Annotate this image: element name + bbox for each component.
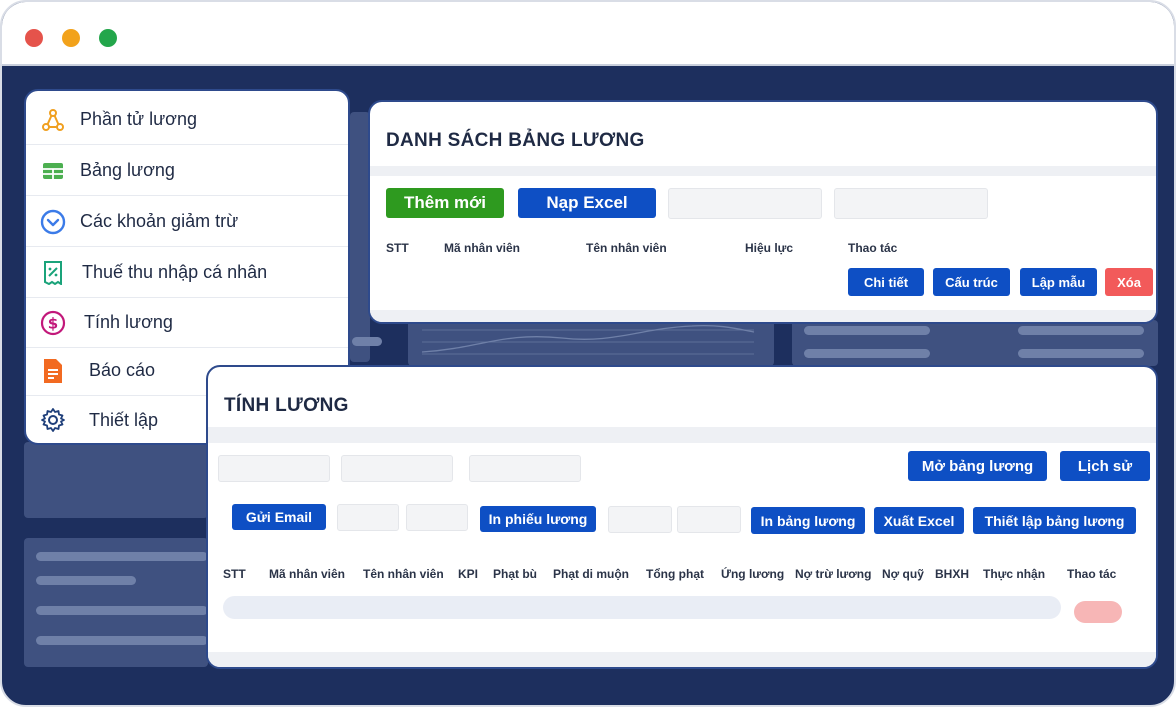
menu-item-label: Các khoản giảm trừ: [80, 211, 239, 231]
nodes-icon: [40, 107, 66, 133]
background-line: [804, 349, 930, 358]
background-line: [36, 606, 208, 615]
close-window-button[interactable]: [25, 29, 43, 47]
menu-item-label: Thuế thu nhập cá nhân: [82, 262, 268, 282]
import-excel-button[interactable]: Nạp Excel: [518, 188, 656, 218]
maximize-window-button[interactable]: [99, 29, 117, 47]
column-header: Mã nhân viên: [269, 567, 346, 581]
add-new-button[interactable]: Thêm mới: [386, 188, 504, 218]
detail-button[interactable]: Chi tiết: [848, 268, 924, 296]
dollar-circle-icon: $: [40, 310, 66, 336]
footer-band: [208, 652, 1156, 667]
table-icon: [40, 158, 66, 184]
export-excel-button[interactable]: Xuất Excel: [874, 507, 964, 534]
payroll-setup-button[interactable]: Thiết lập bảng lương: [973, 507, 1136, 534]
history-button[interactable]: Lịch sử: [1060, 451, 1150, 481]
column-header: KPI: [458, 567, 479, 581]
row-action-button[interactable]: [1074, 601, 1122, 623]
column-header: Hiệu lực: [745, 241, 794, 255]
column-header: Thao tác: [1067, 567, 1117, 581]
divider: [208, 427, 1156, 443]
table-row[interactable]: [223, 596, 1061, 619]
filter-field[interactable]: [668, 188, 822, 219]
column-header: STT: [386, 241, 409, 255]
background-line: [36, 636, 208, 645]
open-payroll-button[interactable]: Mở bảng lương: [908, 451, 1047, 481]
structure-button[interactable]: Cấu trúc: [933, 268, 1010, 296]
filter-field[interactable]: [608, 506, 672, 533]
app-window: Phần tử lương Bảng lương Các khoản giảm …: [0, 0, 1176, 707]
background-line: [1018, 326, 1144, 335]
background-panel: [350, 112, 370, 362]
column-header: BHXH: [935, 567, 970, 581]
menu-item-deductions[interactable]: Các khoản giảm trừ: [26, 197, 348, 247]
column-header: Phạt bù: [493, 567, 537, 581]
background-chart: [422, 324, 755, 355]
menu-item-label: Tính lương: [84, 312, 173, 332]
send-email-button[interactable]: Gửi Email: [232, 504, 326, 530]
background-line: [36, 576, 136, 585]
salary-calc-card: TÍNH LƯƠNG Mở bảng lương Lịch sử Gửi Ema…: [206, 365, 1158, 669]
background-line: [1018, 349, 1144, 358]
template-button[interactable]: Lập mẫu: [1020, 268, 1097, 296]
filter-field[interactable]: [469, 455, 581, 482]
column-header: Thực nhận: [983, 567, 1046, 581]
filter-field[interactable]: [677, 506, 741, 533]
column-header: Tổng phạt: [646, 567, 704, 581]
filter-field[interactable]: [218, 455, 330, 482]
column-header: STT: [223, 567, 246, 581]
background-panel: [24, 442, 208, 518]
menu-item-salary-calc[interactable]: $ Tính lương: [26, 298, 348, 348]
background-line: [804, 326, 930, 335]
filter-field[interactable]: [341, 455, 453, 482]
menu-item-payroll[interactable]: Bảng lương: [26, 146, 348, 196]
footer-band: [370, 310, 1156, 322]
menu-item-payroll-elements[interactable]: Phần tử lương: [26, 95, 348, 145]
chevron-circle-icon: [40, 209, 66, 235]
menu-item-label: Báo cáo: [89, 360, 156, 380]
filter-field[interactable]: [834, 188, 988, 219]
page-title: TÍNH LƯƠNG: [224, 395, 349, 416]
gear-icon: [40, 407, 66, 433]
background-line: [36, 552, 208, 561]
minimize-window-button[interactable]: [62, 29, 80, 47]
column-header: Nợ quỹ: [882, 567, 924, 581]
print-payslip-button[interactable]: In phiếu lương: [480, 506, 596, 532]
delete-button[interactable]: Xóa: [1105, 268, 1153, 296]
menu-item-label: Thiết lập: [89, 409, 159, 430]
column-header: Thao tác: [848, 241, 898, 255]
receipt-percent-icon: [40, 260, 66, 286]
column-header: Tên nhân viên: [363, 567, 444, 581]
filter-field[interactable]: [406, 504, 468, 531]
column-header: Nợ trừ lương: [795, 567, 872, 581]
print-payroll-button[interactable]: In bảng lương: [751, 507, 865, 534]
menu-item-income-tax[interactable]: Thuế thu nhập cá nhân: [26, 248, 348, 298]
payroll-list-card: DANH SÁCH BẢNG LƯƠNG Thêm mới Nạp Excel …: [368, 100, 1158, 324]
menu-item-label: Bảng lương: [80, 160, 175, 180]
divider: [370, 166, 1156, 176]
column-header: Phạt di muộn: [553, 567, 629, 581]
title-bar: [2, 2, 1174, 66]
svg-text:$: $: [48, 314, 58, 332]
background-line: [352, 337, 382, 346]
column-header: Ứng lương: [721, 567, 785, 581]
column-header: Mã nhân viên: [444, 241, 521, 255]
document-icon: [40, 358, 66, 384]
column-header: Tên nhân viên: [586, 241, 667, 255]
page-title: DANH SÁCH BẢNG LƯƠNG: [386, 130, 645, 151]
filter-field[interactable]: [337, 504, 399, 531]
menu-item-label: Phần tử lương: [80, 109, 197, 129]
